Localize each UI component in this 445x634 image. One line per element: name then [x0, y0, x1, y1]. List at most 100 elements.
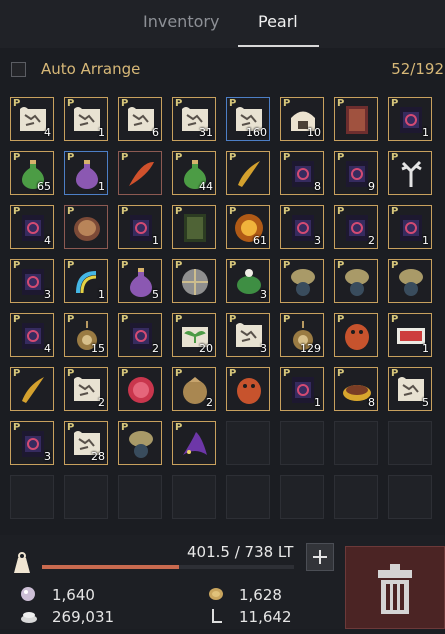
inventory-slot[interactable]: P: [118, 421, 162, 465]
item-quantity: 61: [253, 234, 267, 247]
active-tab-underline: [238, 45, 319, 47]
inventory-slot[interactable]: P3: [280, 205, 324, 249]
item-quantity: 1: [422, 234, 429, 247]
inventory-slot[interactable]: P9: [334, 151, 378, 195]
inventory-slot[interactable]: P4: [10, 97, 54, 141]
inventory-slot[interactable]: P 15: [64, 313, 108, 357]
inventory-slot[interactable]: P3: [226, 313, 270, 357]
inventory-slot[interactable]: P4: [10, 205, 54, 249]
inventory-slot[interactable]: P1: [64, 97, 108, 141]
auto-arrange-label[interactable]: Auto Arrange: [41, 60, 140, 78]
inventory-slot[interactable]: P2: [334, 205, 378, 249]
inventory-slot[interactable]: P 44: [172, 151, 216, 195]
weight-progress-fill: [42, 565, 180, 569]
sphere-lantern-icon: [182, 269, 208, 295]
inventory-slot[interactable]: P: [334, 313, 378, 357]
inventory-slot[interactable]: P: [118, 367, 162, 411]
bowl-icon: [74, 217, 100, 241]
inventory-slot-empty[interactable]: [10, 475, 54, 519]
inventory-slot[interactable]: P: [64, 205, 108, 249]
tab-bar: Inventory Pearl: [0, 0, 445, 48]
inventory-slot[interactable]: P5: [118, 259, 162, 303]
inventory-slot[interactable]: P: [334, 259, 378, 303]
inventory-slot[interactable]: P: [388, 151, 432, 195]
red-book-icon: [346, 106, 368, 134]
inventory-slot[interactable]: P 65: [10, 151, 54, 195]
inventory-slot[interactable]: P1: [118, 205, 162, 249]
inventory-slot[interactable]: P 20: [172, 313, 216, 357]
trash-button[interactable]: [345, 546, 445, 629]
inventory-slot-empty[interactable]: [172, 475, 216, 519]
inventory-slot-empty[interactable]: [280, 475, 324, 519]
inventory-slot[interactable]: P2: [64, 367, 108, 411]
item-quantity: 3: [44, 288, 51, 301]
inventory-slot[interactable]: P1: [388, 97, 432, 141]
inventory-slot[interactable]: P3: [10, 421, 54, 465]
item-quantity: 1: [98, 288, 105, 301]
item-quantity: 2: [98, 396, 105, 409]
item-quantity: 2: [206, 396, 213, 409]
inventory-slot[interactable]: P2: [118, 313, 162, 357]
item-quantity: 1: [152, 234, 159, 247]
inventory-slot[interactable]: P5: [388, 367, 432, 411]
inventory-slot-empty[interactable]: [388, 421, 432, 465]
pearl-icon: [21, 587, 35, 601]
inventory-slot[interactable]: P: [172, 205, 216, 249]
item-quantity: 2: [152, 342, 159, 355]
item-quantity: 31: [199, 126, 213, 139]
item-quantity: 65: [37, 180, 51, 193]
inventory-slot[interactable]: P 28: [64, 421, 108, 465]
inventory-slot-empty[interactable]: [64, 475, 108, 519]
inventory-slot[interactable]: P: [280, 259, 324, 303]
inventory-slot[interactable]: P: [334, 97, 378, 141]
inventory-slot[interactable]: P 10: [280, 97, 324, 141]
inventory-slot[interactable]: P: [172, 259, 216, 303]
inventory-slot[interactable]: P8: [280, 151, 324, 195]
tab-inventory[interactable]: Inventory: [143, 12, 219, 31]
inventory-slot[interactable]: P 129: [280, 313, 324, 357]
item-quantity: 3: [260, 342, 267, 355]
inventory-slot[interactable]: P 61: [226, 205, 270, 249]
inventory-slot[interactable]: P 160: [226, 97, 270, 141]
item-quantity: 44: [199, 180, 213, 193]
inventory-slot[interactable]: P: [172, 421, 216, 465]
inventory-slot[interactable]: P: [226, 367, 270, 411]
inventory-slot[interactable]: P1: [388, 313, 432, 357]
inventory-slot[interactable]: P1: [280, 367, 324, 411]
inventory-slot[interactable]: P1: [64, 259, 108, 303]
tab-pearl[interactable]: Pearl: [258, 12, 298, 31]
golden-horn-icon: [238, 161, 260, 187]
inventory-slot[interactable]: P: [388, 259, 432, 303]
inventory-slot[interactable]: P: [10, 367, 54, 411]
item-quantity: 5: [422, 396, 429, 409]
item-quantity: 5: [152, 288, 159, 301]
inventory-slot[interactable]: P4: [10, 313, 54, 357]
inventory-slot-empty[interactable]: [280, 421, 324, 465]
inventory-slot[interactable]: P2: [172, 367, 216, 411]
inventory-slot[interactable]: P1: [64, 151, 108, 195]
inventory-capacity: 52/192: [391, 60, 444, 78]
inventory-slot[interactable]: P3: [10, 259, 54, 303]
item-quantity: 20: [199, 342, 213, 355]
auto-arrange-checkbox[interactable]: [11, 62, 26, 77]
expand-weight-button[interactable]: [306, 543, 334, 571]
inventory-slot-empty[interactable]: [334, 475, 378, 519]
item-quantity: 8: [368, 396, 375, 409]
inventory-slot-empty[interactable]: [118, 475, 162, 519]
inventory-slot[interactable]: P6: [118, 97, 162, 141]
inventory-slot-empty[interactable]: [334, 421, 378, 465]
inventory-slot-empty[interactable]: [226, 475, 270, 519]
inventory-slot-empty[interactable]: [226, 421, 270, 465]
inventory-slot[interactable]: P8: [334, 367, 378, 411]
white-coral-icon: [401, 160, 422, 187]
inventory-slot[interactable]: P1: [388, 205, 432, 249]
inventory-slot[interactable]: P 31: [172, 97, 216, 141]
red-costume-icon: [237, 378, 261, 404]
inventory-slot-empty[interactable]: [388, 475, 432, 519]
item-quantity: 1: [422, 126, 429, 139]
inventory-toolbar: Auto Arrange 52/192: [0, 52, 445, 88]
inventory-slot[interactable]: P: [118, 151, 162, 195]
item-quantity: 28: [91, 450, 105, 463]
inventory-slot[interactable]: P3: [226, 259, 270, 303]
inventory-slot[interactable]: P: [226, 151, 270, 195]
